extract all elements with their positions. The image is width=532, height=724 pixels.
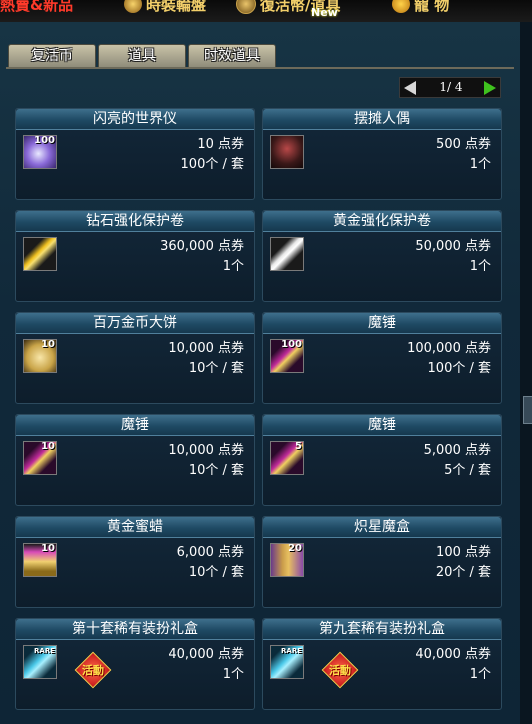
item-name: 魔锤 [263, 313, 501, 334]
nav-fashion-roulette[interactable]: 時裝輪盤 [124, 0, 206, 15]
nav-hot-new[interactable]: 熱賣&新品 [0, 0, 73, 15]
event-badge: 活動 [74, 651, 112, 689]
hammer-icon: 100 [270, 339, 304, 373]
item-count-badge: 5 [295, 441, 302, 452]
item-price: 10,000 点券 [168, 341, 244, 356]
item-quantity: 10个 / 套 [188, 463, 244, 478]
item-quantity: 100个 / 套 [427, 361, 491, 376]
new-badge: New [311, 6, 338, 19]
item-price: 10,000 点券 [168, 443, 244, 458]
box-icon: 20 [270, 543, 304, 577]
event-label: 活動 [329, 664, 351, 677]
item-count-badge: 20 [288, 543, 302, 554]
item-card[interactable]: 魔锤 5 5,000 点券 5个 / 套 [262, 414, 502, 506]
globe-icon: 100 [23, 135, 57, 169]
wax-icon: 10 [23, 543, 57, 577]
item-price: 5,000 点券 [423, 443, 491, 458]
tab-timed-items[interactable]: 时效道具 [188, 44, 276, 67]
item-name: 摆摊人偶 [263, 109, 501, 130]
next-page-icon[interactable] [484, 81, 496, 95]
item-card[interactable]: 魔锤 10 10,000 点券 10个 / 套 [15, 414, 255, 506]
event-badge: 活動 [321, 651, 359, 689]
top-nav: 熱賣&新品 時裝輪盤 復活幣/道具 寵 物 New [0, 0, 532, 22]
item-name: 百万金币大饼 [16, 313, 254, 334]
item-card[interactable]: 钻石强化保护卷 360,000 点券 1个 [15, 210, 255, 302]
nav-pets[interactable]: 寵 物 [392, 0, 449, 15]
right-edge-strip [520, 22, 532, 724]
rare-badge: RARE [34, 647, 55, 655]
item-price: 500 点券 [436, 137, 491, 152]
item-quantity: 5个 / 套 [444, 463, 491, 478]
item-name: 第十套稀有装扮礼盒 [16, 619, 254, 640]
paw-icon [392, 0, 410, 13]
item-count-badge: 100 [34, 135, 55, 146]
item-quantity: 1个 [222, 667, 244, 682]
item-name: 炽星魔盒 [263, 517, 501, 538]
item-price: 100 点券 [436, 545, 491, 560]
page-indicator: 1/ 4 [439, 80, 463, 94]
side-scroll-handle[interactable] [523, 396, 532, 424]
item-name: 黄金蜜蜡 [16, 517, 254, 538]
item-card[interactable]: 黄金强化保护卷 50,000 点券 1个 [262, 210, 502, 302]
event-label: 活動 [82, 664, 104, 677]
item-card[interactable]: 摆摊人偶 500 点券 1个 [262, 108, 502, 200]
hammer-icon: 10 [23, 441, 57, 475]
rare-badge: RARE [281, 647, 302, 655]
rare-box-icon: RARE [270, 645, 304, 679]
item-quantity: 1个 [469, 259, 491, 274]
item-quantity: 1个 [469, 667, 491, 682]
item-name: 钻石强化保护卷 [16, 211, 254, 232]
item-name: 魔锤 [263, 415, 501, 436]
item-count-badge: 10 [41, 543, 55, 554]
item-price: 6,000 点券 [176, 545, 244, 560]
item-card[interactable]: 炽星魔盒 20 100 点券 20个 / 套 [262, 516, 502, 608]
item-name: 第九套稀有装扮礼盒 [263, 619, 501, 640]
item-price: 360,000 点券 [160, 239, 244, 254]
category-tabs: 复活币 道具 时效道具 [8, 44, 276, 67]
roulette-icon [124, 0, 142, 13]
nav-pets-label: 寵 物 [414, 0, 450, 14]
item-count-badge: 10 [41, 441, 55, 452]
item-card[interactable]: 第十套稀有装扮礼盒 RARE 活動 40,000 点券 1个 [15, 618, 255, 710]
item-quantity: 1个 [469, 157, 491, 172]
coin-icon [236, 0, 256, 14]
item-price: 100,000 点券 [407, 341, 491, 356]
item-price: 10 点券 [197, 137, 244, 152]
rare-box-icon: RARE [23, 645, 57, 679]
item-name: 闪亮的世界仪 [16, 109, 254, 130]
item-count-badge: 10 [41, 339, 55, 350]
item-quantity: 10个 / 套 [188, 565, 244, 580]
prev-page-icon[interactable] [404, 81, 416, 95]
item-card[interactable]: 魔锤 100 100,000 点券 100个 / 套 [262, 312, 502, 404]
nav-hot-new-label: 熱賣&新品 [0, 0, 74, 14]
arrow-scroll-icon [270, 237, 304, 271]
hammer-icon: 5 [270, 441, 304, 475]
item-price: 40,000 点券 [415, 647, 491, 662]
item-quantity: 100个 / 套 [180, 157, 244, 172]
tabs-divider [6, 67, 514, 69]
coin-icon: 10 [23, 339, 57, 373]
tab-revive-coin[interactable]: 复活币 [8, 44, 96, 67]
item-card[interactable]: 第九套稀有装扮礼盒 RARE 活動 40,000 点券 1个 [262, 618, 502, 710]
pager: 1/ 4 [399, 77, 501, 98]
item-price: 50,000 点券 [415, 239, 491, 254]
arrow-scroll-icon [23, 237, 57, 271]
item-name: 魔锤 [16, 415, 254, 436]
item-card[interactable]: 百万金币大饼 10 10,000 点券 10个 / 套 [15, 312, 255, 404]
item-price: 40,000 点券 [168, 647, 244, 662]
item-card[interactable]: 闪亮的世界仪 100 10 点券 100个 / 套 [15, 108, 255, 200]
item-quantity: 10个 / 套 [188, 361, 244, 376]
item-card[interactable]: 黄金蜜蜡 10 6,000 点券 10个 / 套 [15, 516, 255, 608]
item-count-badge: 100 [281, 339, 302, 350]
item-name: 黄金强化保护卷 [263, 211, 501, 232]
tab-items[interactable]: 道具 [98, 44, 186, 67]
item-quantity: 20个 / 套 [435, 565, 491, 580]
doll-icon [270, 135, 304, 169]
nav-fashion-roulette-label: 時裝輪盤 [146, 0, 207, 14]
item-quantity: 1个 [222, 259, 244, 274]
